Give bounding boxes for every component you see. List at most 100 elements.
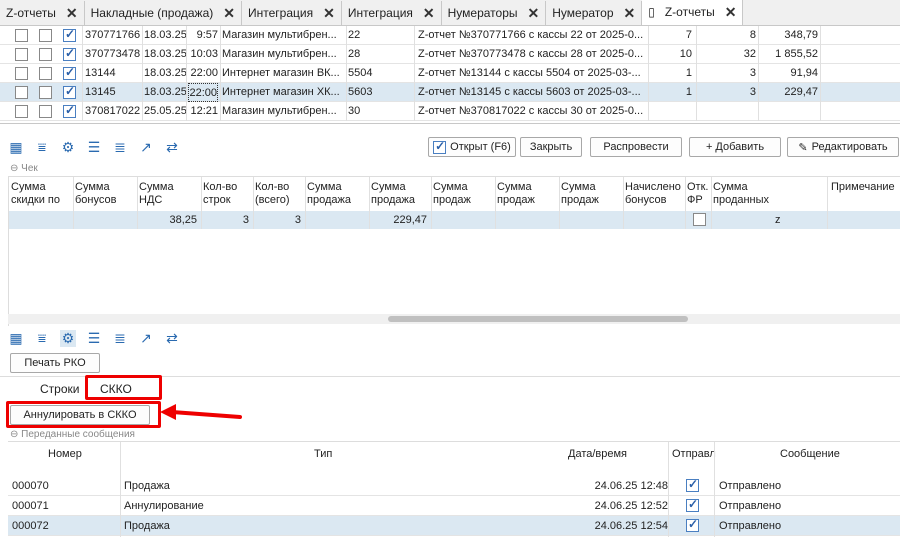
col-header[interactable]: Сумма продаж (433, 181, 471, 207)
tab-sales-invoices[interactable]: Накладные (продажа) ✕ (85, 1, 242, 25)
close-icon[interactable]: ✕ (223, 5, 235, 22)
list-icon[interactable]: ☰ (86, 139, 102, 156)
grid-icon[interactable]: ▦ (8, 139, 24, 156)
table-row[interactable]: 13144 18.03.25 22:00 Интернет магазин ВК...… (0, 64, 900, 83)
horizontal-scrollbar[interactable] (8, 314, 900, 324)
sent-checkbox[interactable] (686, 477, 699, 492)
add-button[interactable]: + Добавить (689, 137, 781, 157)
close-icon[interactable]: ✕ (528, 5, 540, 22)
grid-icon[interactable]: ▦ (8, 330, 24, 347)
row-checkbox[interactable] (63, 46, 76, 61)
row-checkbox[interactable] (15, 48, 28, 61)
close-icon[interactable]: ✕ (423, 5, 435, 22)
col-header[interactable]: Сумма продаж (497, 181, 535, 207)
tab-label: Z-отчеты (664, 5, 715, 19)
col-header[interactable]: Сумма бонусов (75, 181, 116, 207)
tab-z-reports[interactable]: Z-отчеты ✕ (0, 1, 85, 25)
close-icon[interactable]: ✕ (66, 5, 78, 22)
row-checkbox[interactable] (15, 105, 28, 118)
col-header-line2: продаж (561, 194, 599, 206)
row-checkbox[interactable] (39, 105, 52, 118)
col-header-num[interactable]: Номер (48, 448, 82, 461)
row-checkbox[interactable] (63, 84, 76, 99)
link-icon[interactable]: ⇄ (164, 139, 180, 156)
col-header-line1: Сумма (307, 181, 342, 193)
fr-checkbox[interactable] (693, 213, 706, 226)
row-checkbox[interactable] (63, 27, 76, 42)
list-item[interactable]: 000070 Продажа 24.06.25 12:48 Отправлено (8, 476, 900, 496)
col-header-line1: Сумма (497, 181, 532, 193)
tab-label: Нумераторы (447, 6, 518, 20)
sent-checkbox[interactable] (686, 497, 699, 512)
settings-icon[interactable]: ⚙ (60, 139, 76, 156)
col-header-line1: Начислено (625, 181, 681, 193)
export-icon[interactable]: ↗ (138, 139, 154, 156)
col-header[interactable]: Сумма проданных (713, 181, 769, 207)
col-header-message[interactable]: Сообщение (780, 448, 840, 461)
link-icon[interactable]: ⇄ (164, 330, 180, 347)
tab-label: Интеграция (247, 6, 314, 20)
list-item[interactable]: 000072 Продажа 24.06.25 12:54 Отправлено (8, 516, 900, 536)
table-cell: 18.03.25 (144, 86, 186, 98)
table-row[interactable]: 13145 18.03.2522:00 Интернет магазин ХК...… (0, 83, 900, 102)
table-row[interactable]: 37077347818.03.25 10:03 Магазин мультибрен… (0, 45, 900, 64)
col-header[interactable]: Сумма продажа (371, 181, 415, 207)
col-header[interactable]: Сумма НДС (139, 181, 174, 207)
export-icon[interactable]: ↗ (138, 330, 154, 347)
column-divider (623, 177, 624, 229)
row-checkbox[interactable] (39, 29, 52, 42)
col-header[interactable]: Сумма продаж (561, 181, 599, 207)
table-row[interactable]: 37081702225.05.25 12:21 Магазин мультибрен… (0, 102, 900, 121)
close-icon[interactable]: ✕ (725, 4, 737, 21)
close-icon[interactable]: ✕ (323, 5, 335, 22)
filter-icon[interactable]: ⩸ (34, 330, 50, 347)
row-checkbox[interactable] (15, 29, 28, 42)
table-row[interactable]: 37077176618.03.25 9:57 Магазин мультибрен.… (0, 26, 900, 45)
settings-icon[interactable]: ⚙ (60, 329, 76, 347)
col-header-type[interactable]: Тип (314, 448, 332, 461)
tab-z-reports-active[interactable]: ▯ Z-отчеты ✕ (642, 0, 744, 25)
post-button[interactable]: Распровести (590, 137, 682, 157)
tab-numerators[interactable]: Нумераторы ✕ (442, 1, 547, 25)
open-toggle[interactable]: Открыт (F6) (428, 137, 516, 157)
col-header[interactable]: Сумма продажа (307, 181, 351, 207)
print-rko-button[interactable]: Печать РКО (10, 353, 100, 373)
row-checkbox[interactable] (15, 86, 28, 99)
row-checkbox[interactable] (39, 67, 52, 80)
table-cell: 348,79 (784, 29, 818, 41)
col-header-sent[interactable]: Отправл (672, 448, 716, 461)
row-checkbox[interactable] (39, 48, 52, 61)
col-header[interactable]: Начислено бонусов (625, 181, 681, 207)
tab-integration-1[interactable]: Интеграция ✕ (242, 1, 342, 25)
col-header[interactable]: Сумма скидки по (11, 181, 60, 207)
scrollbar-thumb[interactable] (388, 316, 688, 322)
list-add-icon[interactable]: ≣ (112, 330, 128, 347)
table-cell: 12:21 (190, 105, 218, 117)
column-divider (685, 177, 686, 229)
column-divider (559, 177, 560, 229)
tab-numerator[interactable]: Нумератор ✕ (546, 1, 643, 25)
table-row[interactable]: 38,25 3 3 229,47 z (9, 211, 900, 229)
list-item[interactable]: 000071 Аннулирование 24.06.25 12:52 Отправл… (8, 496, 900, 516)
col-header[interactable]: Отк. ФР (687, 181, 708, 207)
col-header[interactable]: Кол-во (всего) (255, 181, 290, 207)
sent-checkbox[interactable] (686, 517, 699, 532)
row-checkbox[interactable] (39, 86, 52, 99)
row-checkbox[interactable] (15, 67, 28, 80)
row-checkbox[interactable] (63, 65, 76, 80)
open-checkbox[interactable] (433, 139, 447, 154)
table-cell: 24.06.25 12:54 (594, 520, 668, 532)
close-icon[interactable]: ✕ (624, 5, 636, 22)
col-header-note[interactable]: Примечание (831, 181, 895, 194)
list-icon[interactable]: ☰ (86, 330, 102, 347)
col-header-datetime[interactable]: Дата/время (568, 448, 627, 461)
row-checkbox[interactable] (63, 103, 76, 118)
subtab-lines[interactable]: Строки (40, 382, 79, 396)
table-cell: 000072 (12, 520, 49, 532)
close-button[interactable]: Закрыть (520, 137, 582, 157)
list-add-icon[interactable]: ≣ (112, 139, 128, 156)
tab-integration-2[interactable]: Интеграция ✕ (342, 1, 442, 25)
edit-button[interactable]: ✎ Редактировать (787, 137, 899, 157)
col-header[interactable]: Кол-во строк (203, 181, 237, 207)
filter-icon[interactable]: ⩸ (34, 139, 50, 156)
